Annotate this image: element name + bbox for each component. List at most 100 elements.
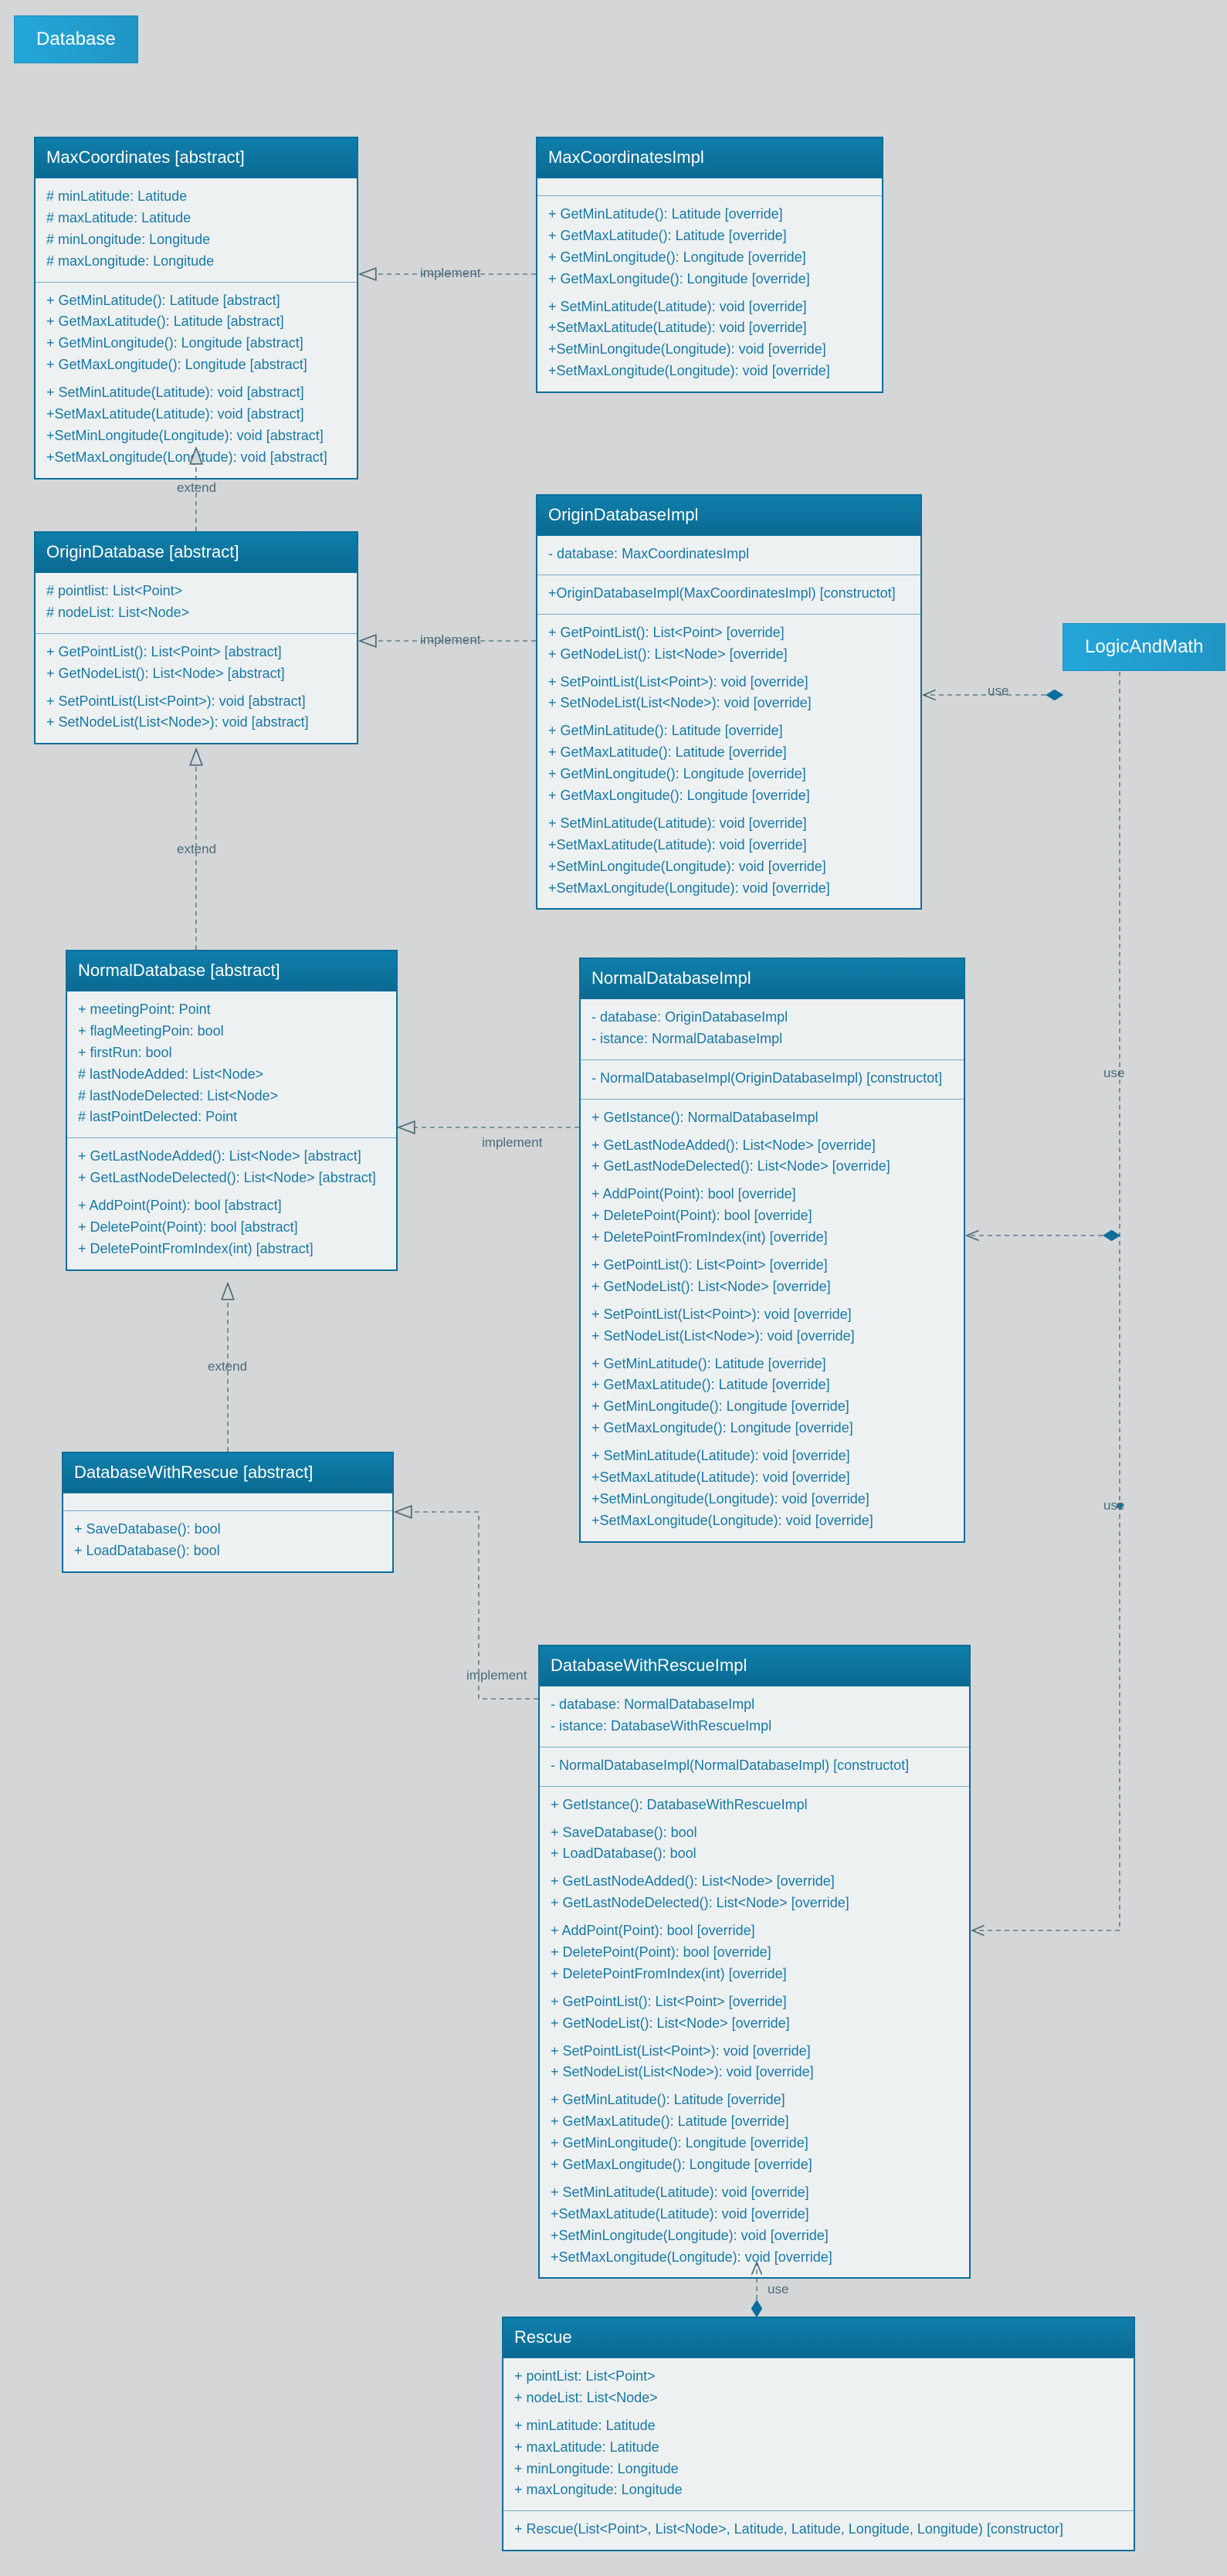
- member-row: +SetMaxLongitude(Longitude): void [overr…: [591, 1510, 953, 1532]
- member-row: # nodeList: List<Node>: [46, 602, 346, 624]
- member-row: + DeletePointFromIndex(int) [abstract]: [78, 1239, 385, 1260]
- edge-label-use: use: [764, 2282, 791, 2297]
- class-title: OriginDatabase [abstract]: [36, 533, 357, 573]
- class-databasewithrescue: DatabaseWithRescue [abstract] + SaveData…: [62, 1452, 394, 1573]
- edge-label-implement: implement: [479, 1135, 545, 1151]
- class-empty: [63, 1493, 392, 1511]
- class-rescue: Rescue + pointList: List<Point>+ nodeLis…: [502, 2317, 1135, 2551]
- member-row: + minLatitude: Latitude: [514, 2415, 1123, 2437]
- class-ctor: - NormalDatabaseImpl(OriginDatabaseImpl)…: [581, 1060, 964, 1100]
- class-title: OriginDatabaseImpl: [537, 496, 920, 536]
- member-row: +SetMaxLongitude(Longitude): void [overr…: [548, 878, 910, 900]
- member-row: + AddPoint(Point): bool [override]: [591, 1184, 953, 1205]
- class-title: NormalDatabaseImpl: [581, 959, 964, 999]
- member-row: # minLongitude: Longitude: [46, 229, 346, 251]
- class-methods: + GetMinLatitude(): Latitude [override]+…: [537, 196, 882, 391]
- edge-label-extend: extend: [174, 480, 219, 496]
- member-row: +SetMaxLongitude(Longitude): void [abstr…: [46, 447, 346, 469]
- member-row: + nodeList: List<Node>: [514, 2388, 1123, 2409]
- member-row: + flagMeetingPoin: bool: [78, 1021, 385, 1042]
- member-row: + DeletePoint(Point): bool [override]: [591, 1205, 953, 1227]
- class-methods: + SaveDatabase(): bool+ LoadDatabase(): …: [63, 1511, 392, 1571]
- class-methods: + GetPointList(): List<Point> [override]…: [537, 615, 920, 909]
- member-row: - NormalDatabaseImpl(OriginDatabaseImpl)…: [591, 1068, 953, 1090]
- member-row: + SetMinLatitude(Latitude): void [overri…: [548, 297, 871, 318]
- member-row: + GetMinLatitude(): Latitude [abstract]: [46, 290, 346, 312]
- class-ctor: - NormalDatabaseImpl(NormalDatabaseImpl)…: [540, 1747, 969, 1787]
- member-row: + SetMinLatitude(Latitude): void [overri…: [591, 1446, 953, 1467]
- member-row: + GetMinLongitude(): Longitude [abstract…: [46, 333, 346, 354]
- member-row: + maxLatitude: Latitude: [514, 2437, 1123, 2459]
- member-row: + GetMaxLongitude(): Longitude [override…: [591, 1418, 953, 1439]
- class-methods: + GetIstance(): DatabaseWithRescueImpl +…: [540, 1787, 969, 2278]
- member-row: + GetLastNodeAdded(): List<Node> [overri…: [591, 1135, 953, 1157]
- class-methods: + GetMinLatitude(): Latitude [abstract]+…: [36, 283, 357, 478]
- class-fields: - database: OriginDatabaseImpl- istance:…: [581, 999, 964, 1060]
- class-fields: # minLatitude: Latitude# maxLatitude: La…: [36, 178, 357, 283]
- class-methods: + GetIstance(): NormalDatabaseImpl + Get…: [581, 1100, 964, 1541]
- member-row: + GetMinLongitude(): Longitude [override…: [591, 1396, 953, 1418]
- member-row: + GetNodeList(): List<Node> [override]: [548, 644, 910, 666]
- member-row: +SetMaxLatitude(Latitude): void [overrid…: [548, 835, 910, 856]
- member-row: - database: OriginDatabaseImpl: [591, 1007, 953, 1029]
- member-row: +SetMinLongitude(Longitude): void [abstr…: [46, 425, 346, 447]
- member-row: + GetMinLongitude(): Longitude [override…: [548, 247, 871, 269]
- edge-label-use: use: [1100, 1066, 1127, 1081]
- class-origindatabase: OriginDatabase [abstract] # pointlist: L…: [34, 531, 358, 744]
- class-methods: + GetPointList(): List<Point> [abstract]…: [36, 634, 357, 744]
- member-row: + LoadDatabase(): bool: [551, 1843, 958, 1865]
- member-row: + GetPointList(): List<Point> [override]: [548, 622, 910, 644]
- class-title: MaxCoordinatesImpl: [537, 138, 882, 178]
- member-row: - NormalDatabaseImpl(NormalDatabaseImpl)…: [551, 1755, 958, 1777]
- member-row: # lastPointDelected: Point: [78, 1107, 385, 1128]
- class-methods: + GetLastNodeAdded(): List<Node> [abstra…: [67, 1138, 396, 1269]
- member-row: # minLatitude: Latitude: [46, 186, 346, 208]
- member-row: + GetMaxLongitude(): Longitude [abstract…: [46, 354, 346, 376]
- class-normaldatabaseimpl: NormalDatabaseImpl - database: OriginDat…: [579, 958, 965, 1543]
- member-row: +SetMaxLongitude(Longitude): void [overr…: [551, 2247, 958, 2269]
- member-row: + GetMaxLongitude(): Longitude [override…: [548, 269, 871, 290]
- member-row: + GetMaxLatitude(): Latitude [override]: [548, 742, 910, 764]
- member-row: + GetMaxLongitude(): Longitude [override…: [548, 785, 910, 807]
- member-row: + SetMinLatitude(Latitude): void [overri…: [548, 813, 910, 835]
- member-row: # lastNodeDelected: List<Node>: [78, 1086, 385, 1107]
- class-maxcoordinatesimpl: MaxCoordinatesImpl + GetMinLatitude(): L…: [536, 137, 883, 393]
- member-row: + SetPointList(List<Point>): void [overr…: [591, 1304, 953, 1326]
- member-row: + GetMinLongitude(): Longitude [override…: [548, 764, 910, 785]
- member-row: + GetMaxLatitude(): Latitude [abstract]: [46, 311, 346, 333]
- member-row: + SetNodeList(List<Node>): void [overrid…: [551, 2062, 958, 2083]
- member-row: + minLongitude: Longitude: [514, 2459, 1123, 2480]
- member-row: - istance: DatabaseWithRescueImpl: [551, 1716, 958, 1737]
- member-row: + maxLongitude: Longitude: [514, 2479, 1123, 2501]
- class-title: MaxCoordinates [abstract]: [36, 138, 357, 178]
- member-row: + GetMinLatitude(): Latitude [override]: [551, 2090, 958, 2111]
- edge-label-use: use: [985, 683, 1012, 699]
- class-fields: - database: MaxCoordinatesImpl: [537, 536, 920, 575]
- edge-label-extend: extend: [205, 1359, 250, 1374]
- member-row: + SetNodeList(List<Node>): void [overrid…: [548, 693, 910, 714]
- member-row: + GetLastNodeAdded(): List<Node> [abstra…: [78, 1146, 385, 1168]
- edge-label-extend: extend: [174, 842, 219, 857]
- member-row: + GetPointList(): List<Point> [override]: [591, 1255, 953, 1276]
- member-row: - database: MaxCoordinatesImpl: [548, 544, 910, 565]
- member-row: # maxLatitude: Latitude: [46, 208, 346, 229]
- member-row: +SetMaxLatitude(Latitude): void [overrid…: [551, 2204, 958, 2225]
- member-row: + AddPoint(Point): bool [abstract]: [78, 1195, 385, 1217]
- member-row: + DeletePoint(Point): bool [override]: [551, 1942, 958, 1964]
- member-row: + SetPointList(List<Point>): void [abstr…: [46, 691, 346, 713]
- member-row: +SetMinLongitude(Longitude): void [overr…: [591, 1489, 953, 1510]
- member-row: + SetNodeList(List<Node>): void [abstrac…: [46, 712, 346, 734]
- member-row: +SetMaxLatitude(Latitude): void [abstrac…: [46, 404, 346, 425]
- member-row: + GetLastNodeDelected(): List<Node> [ove…: [591, 1156, 953, 1178]
- member-row: # pointlist: List<Point>: [46, 581, 346, 602]
- member-row: + DeletePointFromIndex(int) [override]: [591, 1227, 953, 1249]
- member-row: +SetMaxLatitude(Latitude): void [overrid…: [548, 317, 871, 339]
- member-row: + SetPointList(List<Point>): void [overr…: [548, 672, 910, 693]
- package-logicandmath: LogicAndMath: [1063, 623, 1225, 671]
- member-row: + GetMaxLatitude(): Latitude [override]: [551, 2111, 958, 2133]
- member-row: + GetIstance(): NormalDatabaseImpl: [591, 1107, 953, 1129]
- package-database: Database: [14, 15, 138, 63]
- edge-label-implement: implement: [417, 632, 483, 648]
- class-fields: - database: NormalDatabaseImpl- istance:…: [540, 1686, 969, 1747]
- member-row: + LoadDatabase(): bool: [74, 1541, 381, 1562]
